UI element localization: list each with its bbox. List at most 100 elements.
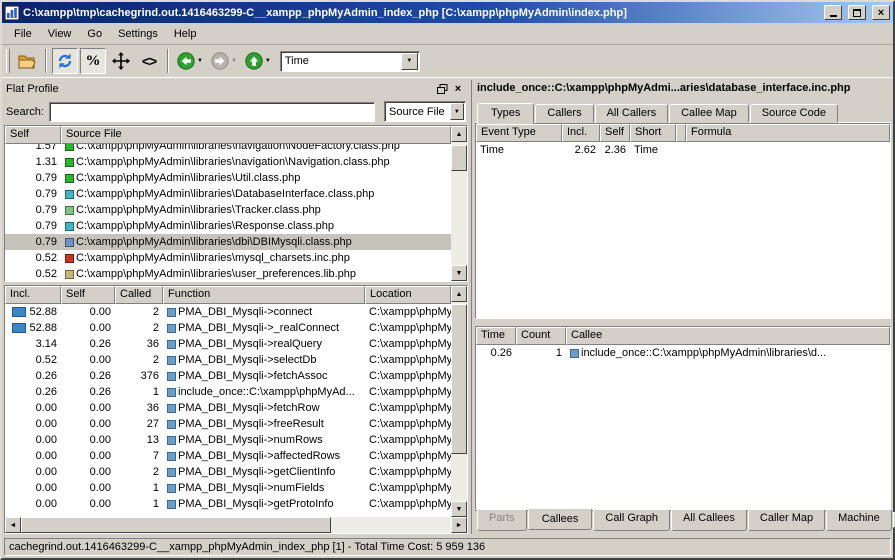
column-header[interactable]: Self <box>61 286 115 304</box>
column-header[interactable]: Event Type <box>476 124 562 142</box>
detail-tab[interactable]: Source Code <box>750 104 838 123</box>
minimize-button[interactable] <box>824 5 842 20</box>
vertical-scrollbar[interactable]: ▲ ▼ <box>451 286 467 517</box>
detail-tab[interactable]: Callers <box>535 104 593 123</box>
file-row[interactable]: 0.52 C:\xampp\phpMyAdmin\libraries\mysql… <box>5 250 451 266</box>
forward-button[interactable]: ▼ <box>208 48 240 74</box>
function-row[interactable]: 0.00 0.00 36 PMA_DBI_Mysqli->fetchRow C:… <box>5 400 451 416</box>
detail-tab[interactable]: Types <box>477 103 534 124</box>
called-cell: 376 <box>115 368 163 384</box>
file-path: C:\xampp\phpMyAdmin\libraries\Tracker.cl… <box>76 202 321 218</box>
grouping-select[interactable]: Source File ▼ <box>384 101 466 122</box>
file-path: C:\xampp\phpMyAdmin\libraries\Response.c… <box>76 218 334 234</box>
called-cell: 1 <box>115 480 163 496</box>
relative-percent-button[interactable]: % <box>80 48 106 74</box>
detail-tab[interactable]: All Callees <box>671 510 747 531</box>
file-row[interactable]: 0.79 C:\xampp\phpMyAdmin\libraries\Util.… <box>5 170 451 186</box>
function-row[interactable]: 0.00 0.00 1 PMA_DBI_Mysqli->numFields C:… <box>5 480 451 496</box>
scroll-thumb[interactable] <box>21 517 331 533</box>
detail-tab[interactable]: Caller Map <box>748 510 825 531</box>
menu-item[interactable]: Settings <box>110 25 166 43</box>
expand-collapse-button[interactable]: <> <box>136 48 162 74</box>
scroll-track[interactable] <box>451 302 467 501</box>
function-row[interactable]: 52.88 0.00 2 PMA_DBI_Mysqli->_realConnec… <box>5 320 451 336</box>
column-header[interactable]: Self <box>600 124 630 142</box>
scroll-up-button[interactable]: ▲ <box>451 126 467 142</box>
function-row[interactable]: 0.00 0.00 2 PMA_DBI_Mysqli->getClientInf… <box>5 464 451 480</box>
menu-item[interactable]: Go <box>79 25 110 43</box>
scroll-thumb[interactable] <box>451 304 467 454</box>
search-input[interactable] <box>49 102 375 122</box>
column-header[interactable]: Location <box>365 286 451 304</box>
event-type-row[interactable]: Time 2.62 2.36 Time <box>476 142 890 158</box>
detail-tab[interactable]: Call Graph <box>593 510 670 531</box>
function-row[interactable]: 0.26 0.26 1 include_once::C:\xampp\phpMy… <box>5 384 451 400</box>
scroll-track[interactable] <box>451 142 467 265</box>
toolbar-handle[interactable] <box>6 49 10 73</box>
function-name: PMA_DBI_Mysqli->selectDb <box>178 352 316 368</box>
up-button[interactable]: ▼ <box>242 48 274 74</box>
column-header[interactable]: Incl. <box>562 124 600 142</box>
column-header[interactable]: Count <box>516 327 566 345</box>
self-cell: 0.00 <box>61 448 115 464</box>
chevron-down-icon[interactable]: ▼ <box>450 103 464 120</box>
open-file-button[interactable] <box>14 48 40 74</box>
event-type-select[interactable]: Time ▼ <box>280 51 420 72</box>
column-header[interactable]: Incl. <box>5 286 61 304</box>
scroll-down-button[interactable]: ▼ <box>451 501 467 517</box>
scroll-right-button[interactable]: ► <box>451 517 467 533</box>
vertical-scrollbar[interactable]: ▲ ▼ <box>451 126 467 281</box>
function-row[interactable]: 0.52 0.00 2 PMA_DBI_Mysqli->selectDb C:\… <box>5 352 451 368</box>
chevron-down-icon[interactable]: ▼ <box>401 53 418 70</box>
called-cell: 2 <box>115 464 163 480</box>
back-dropdown-icon[interactable]: ▼ <box>197 58 203 64</box>
menu-item[interactable]: View <box>40 25 80 43</box>
column-header[interactable]: Short <box>630 124 676 142</box>
file-row[interactable]: 0.52 C:\xampp\phpMyAdmin\libraries\user_… <box>5 266 451 281</box>
file-row[interactable]: 0.79 C:\xampp\phpMyAdmin\libraries\Datab… <box>5 186 451 202</box>
detail-tab[interactable]: Machine <box>826 510 892 531</box>
scroll-thumb[interactable] <box>451 145 467 171</box>
function-row[interactable]: 0.00 0.00 13 PMA_DBI_Mysqli->numRows C:\… <box>5 432 451 448</box>
function-row[interactable]: 52.88 0.00 2 PMA_DBI_Mysqli->connect C:\… <box>5 304 451 320</box>
column-header[interactable]: Callee <box>566 327 890 345</box>
close-button[interactable]: × <box>872 5 890 20</box>
file-row[interactable]: 1.31 C:\xampp\phpMyAdmin\libraries\navig… <box>5 154 451 170</box>
function-row[interactable]: 0.00 0.00 27 PMA_DBI_Mysqli->freeResult … <box>5 416 451 432</box>
detail-tab[interactable]: Callee Map <box>669 104 749 123</box>
file-row[interactable]: 1.57 C:\xampp\phpMyAdmin\libraries\navig… <box>5 144 451 154</box>
column-header[interactable]: Time <box>476 327 516 345</box>
function-row[interactable]: 0.26 0.26 376 PMA_DBI_Mysqli->fetchAssoc… <box>5 368 451 384</box>
function-row[interactable]: 0.00 0.00 7 PMA_DBI_Mysqli->affectedRows… <box>5 448 451 464</box>
function-row[interactable]: 3.14 0.26 36 PMA_DBI_Mysqli->realQuery C… <box>5 336 451 352</box>
back-button[interactable]: ▼ <box>174 48 206 74</box>
function-row[interactable]: 0.00 0.00 1 PMA_DBI_Mysqli->getProtoInfo… <box>5 496 451 512</box>
detail-tab[interactable]: Callees <box>528 509 593 530</box>
scroll-up-button[interactable]: ▲ <box>451 286 467 302</box>
column-header[interactable]: Source File <box>61 126 451 144</box>
column-header[interactable]: Self <box>5 126 61 144</box>
column-header[interactable]: Formula <box>686 124 890 142</box>
file-row[interactable]: 0.79 C:\xampp\phpMyAdmin\libraries\dbi\D… <box>5 234 451 250</box>
file-row[interactable]: 0.79 C:\xampp\phpMyAdmin\libraries\Track… <box>5 202 451 218</box>
cycle-detection-button[interactable] <box>52 48 78 74</box>
detail-tab[interactable]: All Callers <box>595 104 669 123</box>
scroll-track[interactable] <box>21 517 451 533</box>
maximize-button[interactable] <box>848 5 866 20</box>
file-row[interactable]: 0.79 C:\xampp\phpMyAdmin\libraries\Respo… <box>5 218 451 234</box>
column-header[interactable] <box>676 124 686 142</box>
scroll-down-button[interactable]: ▼ <box>451 265 467 281</box>
scroll-left-button[interactable]: ◄ <box>5 517 21 533</box>
dock-float-button[interactable] <box>434 82 450 96</box>
horizontal-scrollbar[interactable]: ◄ ► <box>5 517 467 533</box>
column-header[interactable]: Called <box>115 286 163 304</box>
menu-item[interactable]: Help <box>166 25 205 43</box>
callee-row[interactable]: 0.26 1 include_once::C:\xampp\phpMyAdmin… <box>476 345 890 361</box>
column-header[interactable]: Function <box>163 286 365 304</box>
detail-tab[interactable]: Parts <box>477 510 527 531</box>
menu-item[interactable]: File <box>6 25 40 43</box>
event-type-value: Time <box>281 55 400 67</box>
dock-close-button[interactable]: × <box>450 82 466 96</box>
up-dropdown-icon[interactable]: ▼ <box>265 58 271 64</box>
dock-layout-button[interactable] <box>108 48 134 74</box>
